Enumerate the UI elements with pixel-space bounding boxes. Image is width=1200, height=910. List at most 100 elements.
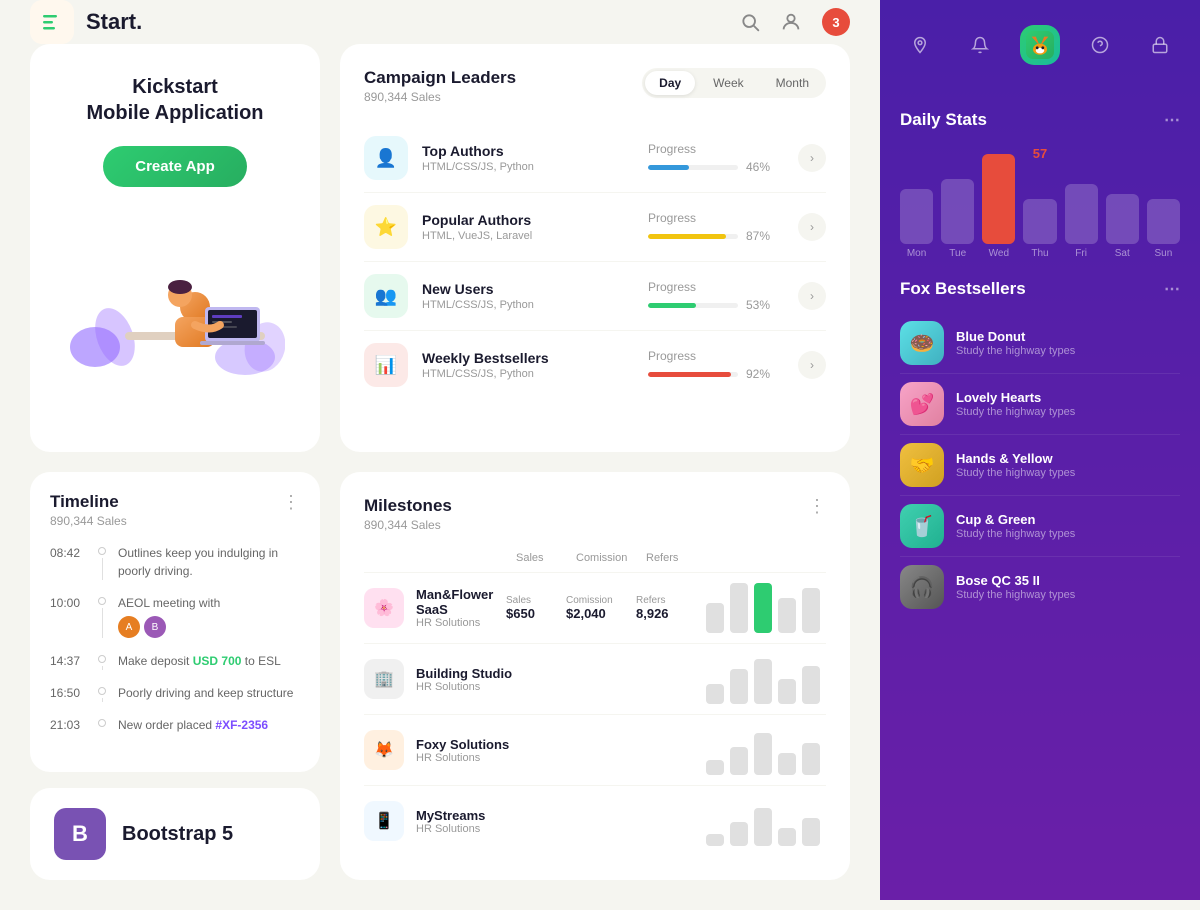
timeline-item-4: 21:03 New order placed #XF-2356 bbox=[50, 716, 300, 734]
fox-thumb-1: 💕 bbox=[900, 382, 944, 426]
timeline-title: Timeline bbox=[50, 492, 127, 512]
milestone-chart-0 bbox=[706, 583, 826, 633]
milestone-sales-0: Sales $650 bbox=[506, 595, 566, 621]
kickstart-illustration bbox=[65, 217, 285, 377]
campaign-chevron-1[interactable]: › bbox=[798, 213, 826, 241]
campaign-info-2: New Users HTML/CSS/JS, Python bbox=[422, 281, 648, 311]
campaign-name-2: New Users bbox=[422, 281, 648, 297]
fox-info-1: Lovely Hearts Study the highway types bbox=[956, 390, 1075, 418]
fox-item-0[interactable]: 🍩 Blue Donut Study the highway types bbox=[900, 313, 1180, 374]
campaign-icon-2: 👥 bbox=[364, 274, 408, 318]
campaign-icon-3: 📊 bbox=[364, 343, 408, 387]
bar-mon: Mon bbox=[900, 189, 933, 259]
campaign-chevron-0[interactable]: › bbox=[798, 144, 826, 172]
timeline-item-0: 08:42 Outlines keep you indulging inpoor… bbox=[50, 544, 300, 580]
avatar-group: A B bbox=[118, 616, 220, 638]
right-sidebar: Daily Stats ⋯ 57 Mon Tue Wed bbox=[880, 0, 1200, 900]
tab-day[interactable]: Day bbox=[645, 71, 695, 95]
campaign-chevron-2[interactable]: › bbox=[798, 282, 826, 310]
fox-bestsellers-dots[interactable]: ⋯ bbox=[1164, 279, 1180, 299]
milestone-info-3: MyStreams HR Solutions bbox=[416, 808, 556, 835]
campaign-subtitle: 890,344 Sales bbox=[364, 90, 516, 104]
milestone-chart-2 bbox=[706, 725, 826, 775]
fox-item-3[interactable]: 🥤 Cup & Green Study the highway types bbox=[900, 496, 1180, 557]
daily-stats-dots[interactable]: ⋯ bbox=[1164, 110, 1180, 130]
milestones-card: Milestones 890,344 Sales ⋮ Sales Comissi… bbox=[340, 472, 850, 880]
milestone-commission-0: Comission $2,040 bbox=[566, 595, 636, 621]
fox-thumb-3: 🥤 bbox=[900, 504, 944, 548]
sidebar-icon-location[interactable] bbox=[900, 25, 940, 65]
timeline-item-3: 16:50 Poorly driving and keep structure bbox=[50, 684, 300, 702]
fox-bestsellers-title: Fox Bestsellers ⋯ bbox=[900, 279, 1180, 299]
milestone-refers-0: Refers 8,926 bbox=[636, 595, 696, 621]
content-grid: Kickstart Mobile Application Create App bbox=[0, 44, 880, 910]
campaign-info-1: Popular Authors HTML, VueJS, Laravel bbox=[422, 212, 648, 242]
fox-info-0: Blue Donut Study the highway types bbox=[956, 329, 1075, 357]
sidebar-top-icons bbox=[880, 0, 1200, 90]
campaign-name-1: Popular Authors bbox=[422, 212, 648, 228]
header-right: 3 bbox=[740, 8, 850, 36]
milestone-icon-2: 🦊 bbox=[364, 730, 404, 770]
milestones-col-headers: Sales Comission Refers bbox=[364, 552, 826, 573]
bootstrap-icon: B bbox=[54, 808, 106, 860]
logo-text: Start. bbox=[86, 9, 142, 35]
milestones-dots[interactable]: ⋮ bbox=[808, 496, 826, 517]
fox-info-4: Bose QC 35 II Study the highway types bbox=[956, 573, 1075, 601]
fox-info-3: Cup & Green Study the highway types bbox=[956, 512, 1075, 540]
fox-thumb-4: 🎧 bbox=[900, 565, 944, 609]
avatar-2: B bbox=[144, 616, 166, 638]
bar-tue: Tue bbox=[941, 179, 974, 259]
kickstart-card: Kickstart Mobile Application Create App bbox=[30, 44, 320, 452]
notification-badge[interactable]: 3 bbox=[822, 8, 850, 36]
bar-thu: Thu bbox=[1023, 199, 1056, 259]
fox-item-1[interactable]: 💕 Lovely Hearts Study the highway types bbox=[900, 374, 1180, 435]
user-icon[interactable] bbox=[780, 11, 802, 33]
campaign-tags-0: HTML/CSS/JS, Python bbox=[422, 161, 648, 173]
fox-thumb-2: 🤝 bbox=[900, 443, 944, 487]
logo-icon bbox=[30, 0, 74, 44]
campaign-info-3: Weekly Bestsellers HTML/CSS/JS, Python bbox=[422, 350, 648, 380]
bootstrap-label: Bootstrap 5 bbox=[122, 823, 233, 846]
campaign-header: Campaign Leaders 890,344 Sales Day Week … bbox=[364, 68, 826, 104]
col-refers: Refers bbox=[646, 552, 706, 564]
campaign-row-2: 👥 New Users HTML/CSS/JS, Python Progress… bbox=[364, 262, 826, 331]
bootstrap-card: B Bootstrap 5 bbox=[30, 788, 320, 880]
sidebar-icon-fox[interactable] bbox=[1020, 25, 1060, 65]
progress-section-1: Progress 87% bbox=[648, 211, 788, 243]
timeline-dots[interactable]: ⋮ bbox=[282, 492, 300, 513]
sidebar-icon-lock[interactable] bbox=[1140, 25, 1180, 65]
bar-sun: Sun bbox=[1147, 199, 1180, 259]
campaign-title-group: Campaign Leaders 890,344 Sales bbox=[364, 68, 516, 104]
tab-week[interactable]: Week bbox=[699, 71, 757, 95]
create-app-button[interactable]: Create App bbox=[103, 146, 246, 187]
campaign-card: Campaign Leaders 890,344 Sales Day Week … bbox=[340, 44, 850, 452]
fox-bestsellers-section: Fox Bestsellers ⋯ 🍩 Blue Donut Study the… bbox=[900, 279, 1180, 617]
timeline-subtitle: 890,344 Sales bbox=[50, 514, 127, 528]
campaign-name-0: Top Authors bbox=[422, 143, 648, 159]
left-bottom-col: Timeline 890,344 Sales ⋮ 08:42 Outlines … bbox=[30, 472, 320, 880]
col-sales: Sales bbox=[516, 552, 576, 564]
tab-month[interactable]: Month bbox=[762, 71, 823, 95]
milestones-title: Milestones bbox=[364, 496, 452, 516]
bar-sat: Sat bbox=[1106, 194, 1139, 259]
avatar-1: A bbox=[118, 616, 140, 638]
sidebar-icon-help[interactable] bbox=[1080, 25, 1120, 65]
milestone-icon-1: 🏢 bbox=[364, 659, 404, 699]
header: Start. 3 bbox=[0, 0, 880, 44]
fox-item-2[interactable]: 🤝 Hands & Yellow Study the highway types bbox=[900, 435, 1180, 496]
campaign-row-0: 👤 Top Authors HTML/CSS/JS, Python Progre… bbox=[364, 124, 826, 193]
fox-item-4[interactable]: 🎧 Bose QC 35 II Study the highway types bbox=[900, 557, 1180, 617]
milestone-info-2: Foxy Solutions HR Solutions bbox=[416, 737, 556, 764]
header-left: Start. bbox=[30, 0, 142, 44]
campaign-icon-0: 👤 bbox=[364, 136, 408, 180]
daily-stats-chart: Mon Tue Wed Thu bbox=[900, 169, 1180, 259]
search-icon[interactable] bbox=[740, 12, 760, 32]
milestone-row-2: 🦊 Foxy Solutions HR Solutions bbox=[364, 715, 826, 786]
milestone-row-3: 📱 MyStreams HR Solutions bbox=[364, 786, 826, 856]
milestone-row-0: 🌸 Man&Flower SaaS HR Solutions Sales $65… bbox=[364, 573, 826, 644]
campaign-chevron-3[interactable]: › bbox=[798, 351, 826, 379]
campaign-tabs: Day Week Month bbox=[642, 68, 826, 98]
milestone-row-1: 🏢 Building Studio HR Solutions bbox=[364, 644, 826, 715]
sidebar-icon-notification[interactable] bbox=[960, 25, 1000, 65]
milestone-chart-1 bbox=[706, 654, 826, 704]
